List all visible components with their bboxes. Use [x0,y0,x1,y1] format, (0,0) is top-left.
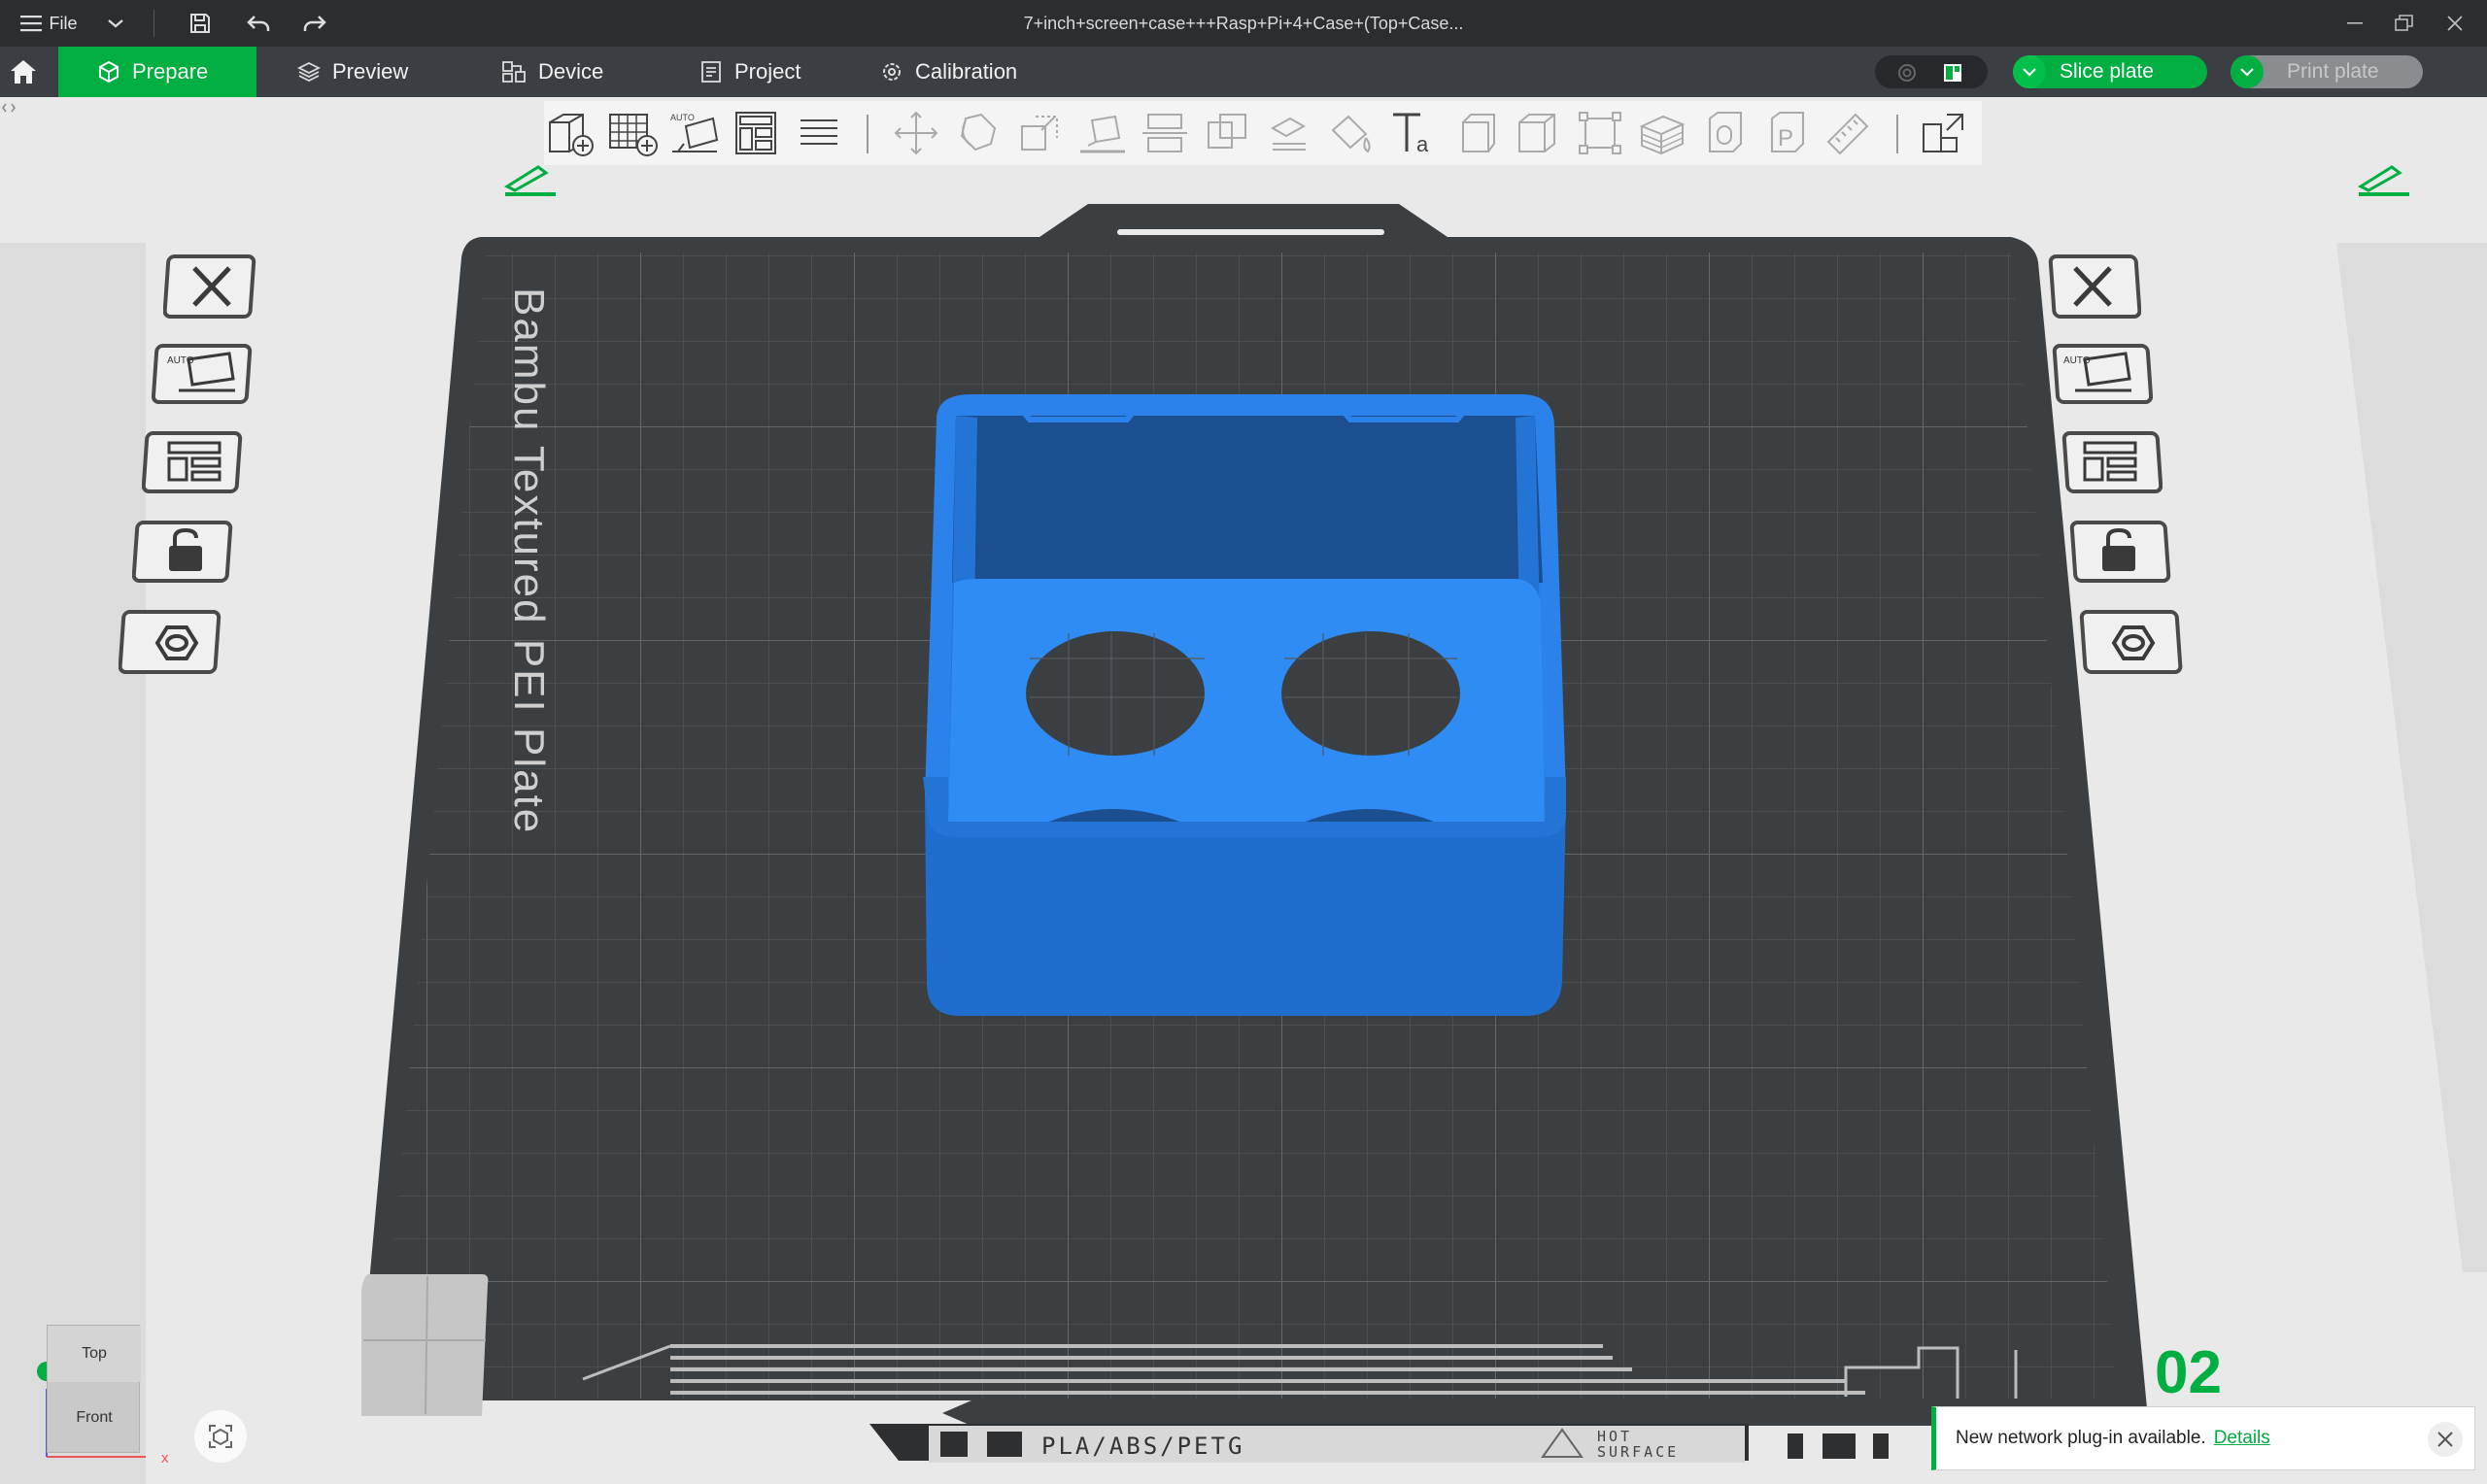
notification-text: New network plug-in available. [1956,1428,2206,1448]
split-objects-icon[interactable] [1574,109,1626,157]
tab-label: Device [538,59,604,84]
lock-plate-icon[interactable] [2065,517,2172,587]
text-icon[interactable]: a [1387,109,1440,157]
slice-plate-label: Slice plate [2060,60,2154,83]
arrange-icon[interactable] [731,109,783,157]
window-title: 7+inch+screen+case+++Rasp+Pi+4+Case+(Top… [1023,14,1464,33]
network-icon [1898,64,1916,82]
axis-x-label: x [161,1450,169,1467]
ruler-icon[interactable] [1823,109,1875,157]
seam-paint-icon[interactable] [1325,109,1378,157]
undo-icon[interactable] [241,0,276,47]
move-icon[interactable] [890,109,942,157]
assemble-view-icon[interactable] [1918,109,1970,157]
print-plate-label: Print plate [2287,60,2379,83]
filament-types: PLA/ABS/PETG [1041,1433,1244,1460]
add-plate-icon[interactable] [606,109,659,157]
svg-text:a: a [1416,132,1429,156]
chevron-down-icon[interactable] [2013,55,2046,88]
details-link[interactable]: Details [2214,1428,2270,1449]
add-object-icon[interactable] [544,109,596,157]
camera-reset-button[interactable] [194,1410,247,1463]
file-menu[interactable]: File [49,0,78,47]
plate-name-label: Bambu Textured PEI Plate [505,287,553,834]
layers-icon [297,61,321,83]
calibration-icon [883,63,901,81]
plate-number: 02 [2155,1339,2222,1406]
minimize-icon[interactable] [2341,0,2370,47]
chevron-down-icon[interactable] [2231,55,2264,88]
camera-focus-icon [209,1425,232,1448]
rotate-icon[interactable] [952,109,1005,157]
tab-label: Calibration [915,59,1018,84]
tab-label: Project [734,59,801,84]
svg-text:AUTO: AUTO [2063,355,2091,366]
slice-plate-button[interactable]: Slice plate [2013,55,2207,88]
mesh-boolean-icon[interactable] [1201,109,1253,157]
tab-calibration[interactable]: Calibration [880,47,1017,97]
svg-text:AUTO: AUTO [167,355,194,366]
hamburger-menu-icon[interactable] [16,0,49,47]
close-window-icon[interactable] [2440,0,2470,47]
object-toolbar: AUTO a P [544,101,1982,165]
cube-icon [99,60,119,84]
sidebar-expand-icon[interactable] [2,101,16,115]
device-icon [502,61,526,83]
view-cube-top[interactable]: Top [48,1326,141,1382]
view-cube[interactable]: Top Front [47,1325,141,1454]
redo-icon[interactable] [297,0,332,47]
tab-project[interactable]: Project [699,47,801,97]
tab-preview[interactable]: Preview [297,47,408,97]
close-notification-icon[interactable] [2428,1422,2463,1457]
scale-icon[interactable] [1014,109,1067,157]
view-cube-front[interactable]: Front [48,1382,141,1454]
restore-icon[interactable] [2390,0,2419,47]
support-paint-icon[interactable] [1263,109,1315,157]
chevron-down-icon[interactable] [101,0,130,47]
lock-plate-icon[interactable] [132,517,239,587]
plate-settings-icon[interactable] [119,606,227,678]
auto-arrange-plate-icon[interactable]: AUTO [2048,340,2155,408]
cut-icon[interactable] [1139,109,1191,157]
edit-plate-name-icon[interactable] [2355,157,2413,198]
part-icon[interactable]: P [1760,109,1813,157]
model-case[interactable] [923,394,1566,1016]
home-icon[interactable] [0,47,58,97]
arrange-plate-icon[interactable] [142,427,247,497]
lay-on-face-icon[interactable] [1076,109,1129,157]
svg-text:P: P [1778,125,1793,152]
layers-icon[interactable] [793,109,845,157]
notification-banner: New network plug-in available. Details [1931,1406,2475,1470]
tab-device[interactable]: Device [501,47,603,97]
tab-prepare[interactable]: Prepare [58,47,256,97]
tab-label: Preview [332,59,409,84]
measure-icon[interactable] [1449,109,1502,157]
save-icon[interactable] [183,0,218,47]
tab-bar: Prepare Preview Device Project Calibrati… [0,47,2487,97]
object-icon[interactable] [1698,109,1751,157]
document-icon [701,61,721,83]
delete-plate-icon[interactable] [2044,251,2141,322]
multi-device-icon [1944,64,1961,82]
arrange-plate-icon[interactable] [2058,427,2163,497]
tab-label: Prepare [132,59,209,84]
assembly-icon[interactable] [1512,109,1564,157]
auto-orient-icon[interactable]: AUTO [668,109,721,157]
svg-text:AUTO: AUTO [670,113,695,122]
delete-plate-icon[interactable] [163,251,260,322]
print-plate-button[interactable]: Print plate [2231,55,2423,88]
title-bar: File 7+inch+screen+case+++Rasp+Pi+4+Case… [0,0,2487,47]
view-toggle[interactable] [1875,55,1988,88]
plate-settings-icon[interactable] [2075,606,2184,678]
auto-arrange-plate-icon[interactable]: AUTO [152,340,258,408]
hot-surface-line2: SURFACE [1597,1443,1679,1461]
variable-layer-icon[interactable] [1636,109,1688,157]
